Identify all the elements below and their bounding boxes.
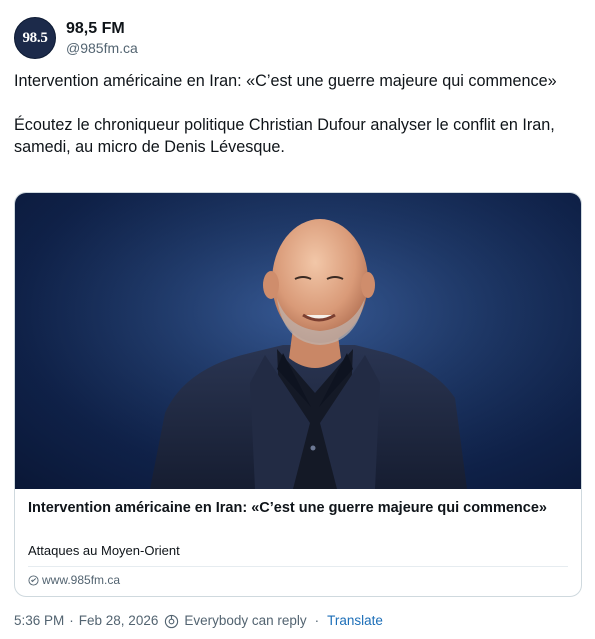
link-preview-card[interactable]: Intervention américaine en Iran: «C’est … [14, 192, 582, 597]
post-date[interactable]: Feb 28, 2026 [79, 612, 159, 630]
reply-setting-text[interactable]: Everybody can reply [184, 612, 306, 630]
link-card-domain-text: www.985fm.ca [42, 573, 121, 587]
post-footer: 5:36 PM · Feb 28, 2026 Everybody can rep… [14, 612, 383, 630]
link-card-subtitle: Attaques au Moyen-Orient [28, 543, 180, 558]
link-card-title[interactable]: Intervention américaine en Iran: «C’est … [28, 498, 568, 518]
portrait-photo-icon [15, 193, 581, 489]
avatar[interactable]: 98.5 [14, 17, 56, 59]
author-names: 98,5 FM @985fm.ca [66, 19, 138, 57]
post-header: 98.5 98,5 FM @985fm.ca [14, 16, 138, 60]
author-display-name[interactable]: 98,5 FM [66, 19, 138, 39]
translate-link[interactable]: Translate [327, 612, 383, 630]
post-paragraph-2: Écoutez le chroniqueur politique Christi… [14, 116, 555, 156]
post-paragraph-1: Intervention américaine en Iran: «C’est … [14, 72, 557, 90]
post-text: Intervention américaine en Iran: «C’est … [14, 70, 581, 158]
avatar-logo-text: 98.5 [22, 29, 48, 46]
author-handle[interactable]: @985fm.ca [66, 39, 138, 57]
link-icon [28, 574, 39, 586]
reply-settings-icon [165, 614, 179, 628]
footer-separator-2: · [314, 613, 320, 628]
link-card-domain[interactable]: www.985fm.ca [28, 571, 120, 589]
footer-separator: · [69, 613, 74, 628]
post-time[interactable]: 5:36 PM [14, 612, 64, 630]
link-preview-image[interactable] [15, 193, 581, 489]
card-divider [28, 566, 568, 567]
